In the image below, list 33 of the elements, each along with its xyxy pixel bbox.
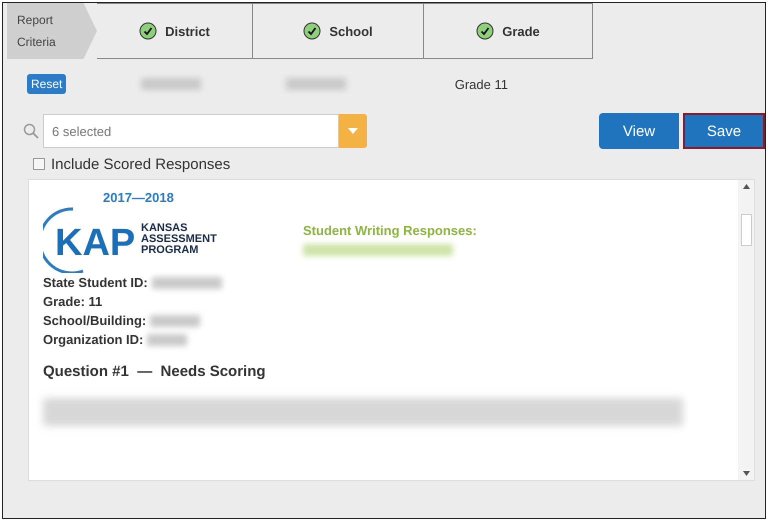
down-arrow-icon bbox=[742, 471, 750, 476]
redacted-value bbox=[286, 78, 346, 90]
search-icon bbox=[23, 123, 39, 139]
up-arrow-icon bbox=[742, 184, 750, 189]
criteria-tab[interactable]: School bbox=[253, 3, 424, 59]
question-heading: Question #1 — Needs Scoring bbox=[43, 363, 267, 380]
student-field: Grade: 11 bbox=[43, 292, 102, 311]
scrollbar[interactable] bbox=[738, 180, 754, 480]
checkbox-label: Include Scored Responses bbox=[51, 156, 230, 172]
check-circle-icon bbox=[303, 22, 322, 40]
report-criteria-label: Report Criteria bbox=[7, 3, 97, 59]
redacted-value bbox=[152, 276, 222, 288]
redacted-value bbox=[147, 334, 188, 346]
redacted-value bbox=[141, 78, 202, 90]
criteria-value: Grade 11 bbox=[454, 76, 508, 92]
dropdown-toggle[interactable] bbox=[339, 114, 367, 148]
reset-button[interactable]: Reset bbox=[27, 74, 66, 94]
check-circle-icon bbox=[476, 22, 494, 40]
select-field[interactable]: 6 selected bbox=[43, 114, 339, 148]
check-circle-icon bbox=[139, 22, 158, 40]
criteria-tab[interactable]: District bbox=[97, 3, 253, 59]
save-button[interactable]: Save bbox=[683, 113, 765, 149]
student-field: School/Building: bbox=[43, 311, 146, 330]
scrollbar-thumb[interactable] bbox=[740, 214, 752, 246]
redacted-value bbox=[150, 314, 200, 326]
checkbox[interactable] bbox=[33, 158, 45, 170]
view-button[interactable]: View bbox=[599, 113, 679, 149]
student-field: Organization ID: bbox=[43, 330, 144, 349]
criteria-tab[interactable]: Grade bbox=[424, 3, 593, 59]
report-heading: Student Writing Responses: bbox=[303, 223, 477, 238]
school-year: 2017—2018 bbox=[102, 190, 175, 205]
student-field: State Student ID: bbox=[43, 273, 148, 292]
caret-icon bbox=[348, 128, 358, 134]
